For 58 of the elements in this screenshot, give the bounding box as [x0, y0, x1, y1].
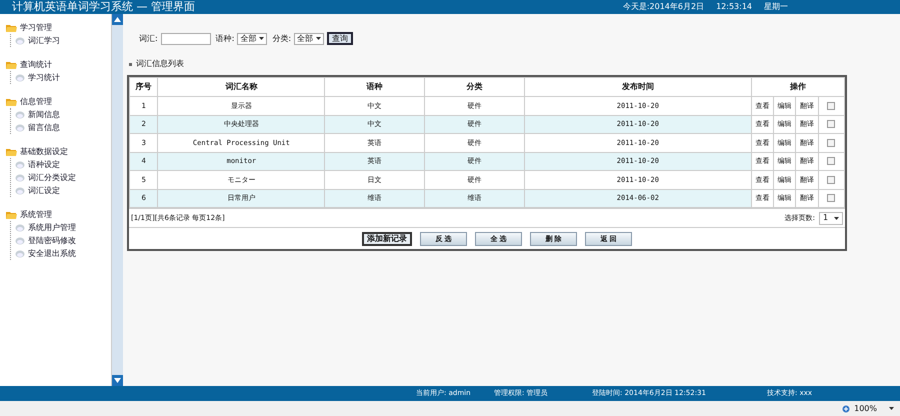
menu-item[interactable]: 语种设定 — [28, 158, 60, 170]
word-input-field[interactable] — [160, 32, 211, 44]
column-header: 语种 — [324, 78, 424, 96]
menu-item[interactable]: 词汇设定 — [28, 184, 60, 196]
action-button[interactable]: 添加新记录 — [362, 232, 412, 246]
scroll-up-button[interactable] — [112, 14, 123, 25]
menu-item[interactable]: 留言信息 — [28, 122, 60, 134]
field-label: 词汇: — [139, 32, 158, 44]
folder-icon — [6, 148, 17, 156]
column-header: 操作 — [751, 78, 844, 96]
menu-group[interactable]: 系统管理 — [20, 209, 52, 221]
scroll-down-button[interactable] — [112, 375, 123, 386]
caret-icon — [316, 37, 322, 40]
row-checkbox[interactable] — [827, 120, 836, 128]
search-button[interactable]: 查询 — [327, 32, 354, 45]
category-dropdown[interactable]: 全部 — [294, 32, 324, 44]
window-title: 计算机英语单词学习系统 — 管理界面 — [12, 0, 195, 14]
date-text: 今天是:2014年6月2日 — [622, 1, 704, 13]
page-icon — [15, 74, 25, 82]
column-header: 分类 — [424, 78, 524, 96]
folder-icon — [6, 98, 17, 106]
menu-item[interactable]: 新闻信息 — [28, 108, 60, 120]
row-checkbox[interactable] — [827, 138, 836, 147]
zoom-icon — [842, 404, 850, 412]
bullet-icon — [129, 62, 132, 66]
caret-icon — [834, 216, 839, 220]
zoom-level[interactable]: 100% — [854, 402, 877, 414]
menu-item[interactable]: 词汇学习 — [28, 34, 60, 46]
menu-group[interactable]: 信息管理 — [20, 96, 52, 108]
column-header: 词汇名称 — [158, 78, 325, 96]
time-text: 12:53:14 — [716, 1, 752, 13]
section-title: 词汇信息列表 — [136, 58, 184, 70]
row-checkbox[interactable] — [827, 194, 836, 202]
page-icon — [15, 36, 25, 44]
row-checkbox[interactable] — [827, 157, 836, 166]
field-label: 分类: — [272, 32, 292, 44]
caret-icon — [259, 37, 264, 40]
menu-group[interactable]: 查询统计 — [20, 59, 52, 71]
menu-item[interactable]: 安全退出系统 — [28, 248, 76, 260]
row-checkbox[interactable] — [827, 176, 836, 184]
menu-item[interactable]: 学习统计 — [28, 72, 60, 84]
menu-group[interactable]: 学习管理 — [20, 22, 52, 34]
folder-icon — [6, 211, 17, 219]
menu-group[interactable]: 基础数据设定 — [20, 146, 68, 158]
menu-item[interactable]: 登陆密码修改 — [28, 234, 76, 246]
scrollbar[interactable] — [112, 14, 123, 386]
caret-icon[interactable] — [889, 407, 894, 410]
language-dropdown[interactable]: 全部 — [237, 32, 268, 44]
weekday-text: 星期一 — [764, 1, 788, 13]
row-checkbox[interactable] — [827, 102, 836, 110]
page-dropdown[interactable]: 1 — [819, 212, 843, 224]
folder-icon — [6, 24, 17, 32]
column-header: 发布时间 — [524, 78, 752, 96]
folder-icon — [6, 61, 17, 69]
field-label: 语种: — [216, 32, 234, 44]
column-header: 序号 — [130, 78, 158, 96]
menu-item[interactable]: 词汇分类设定 — [28, 172, 76, 184]
menu-item[interactable]: 系统用户管理 — [28, 222, 76, 234]
